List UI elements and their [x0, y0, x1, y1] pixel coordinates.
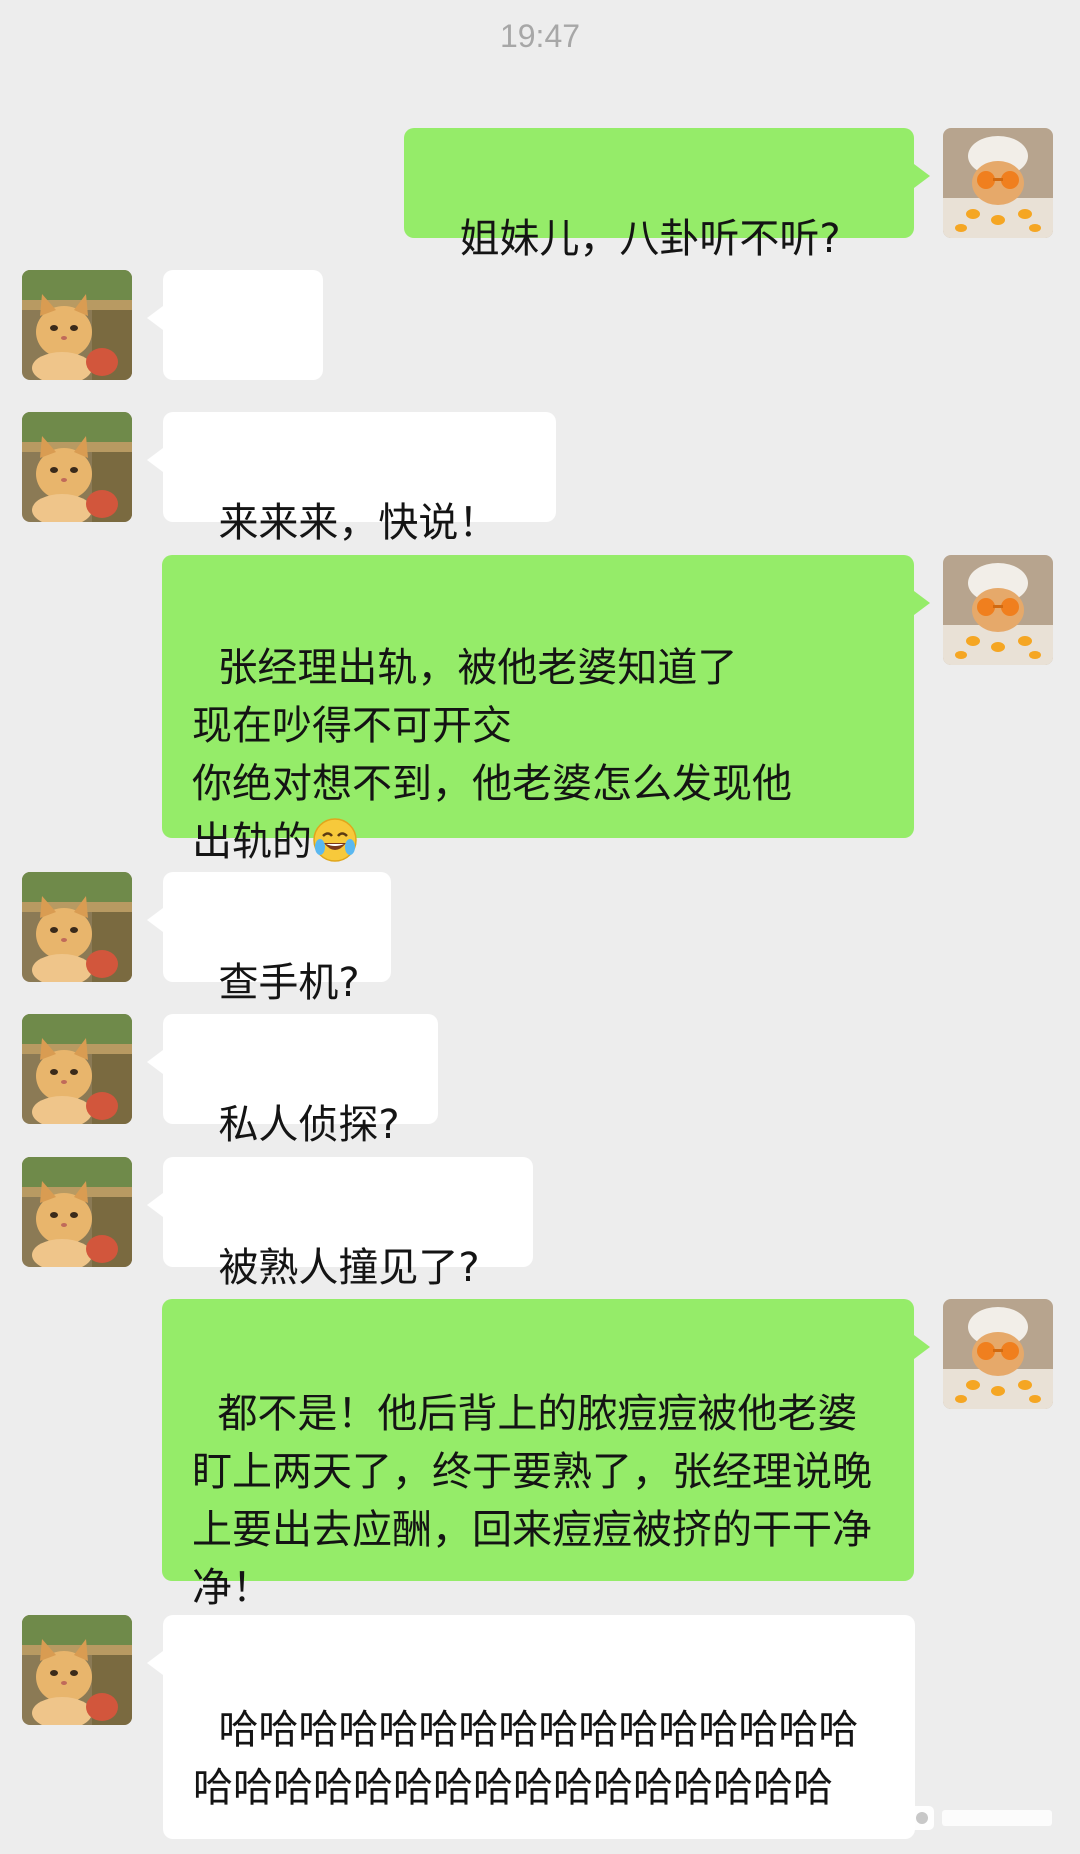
message-bubble-incoming[interactable]: 来来来，快说！ [147, 412, 556, 546]
cat-in-bath-avatar-icon [943, 1299, 1053, 1409]
message-bubble-incoming[interactable]: 被熟人撞见了? [147, 1157, 533, 1291]
message-text: 张经理出轨，被他老婆知道了 现在吵得不可开交 你绝对想不到，他老婆怎么发现他 出… [192, 645, 792, 865]
message-bubble-incoming[interactable]: 私人侦探? [147, 1014, 438, 1148]
friend-avatar[interactable] [22, 872, 132, 982]
message-text: 私人侦探? [218, 1102, 400, 1148]
friend-avatar[interactable] [22, 1615, 132, 1725]
friend-avatar[interactable] [22, 1014, 132, 1124]
orange-cat-avatar-icon [22, 412, 132, 522]
message-text: 姐妹儿，八卦听不听? [459, 216, 841, 262]
my-avatar[interactable] [943, 1299, 1053, 1409]
message-bubble-outgoing[interactable]: 姐妹儿，八卦听不听? [404, 128, 930, 262]
message-text: 被熟人撞见了? [218, 1245, 480, 1291]
friend-avatar[interactable] [22, 270, 132, 380]
cat-in-bath-avatar-icon [943, 128, 1053, 238]
laughing-crying-emoji-icon [313, 818, 357, 862]
message-text: 查手机? [218, 960, 360, 1006]
message-text: 哈哈哈哈哈哈哈哈哈哈哈哈哈哈哈哈哈哈哈哈哈哈哈哈哈哈哈哈哈哈哈哈 [193, 1707, 859, 1811]
orange-cat-avatar-icon [22, 1615, 132, 1725]
message-timestamp: 19:47 [499, 18, 581, 54]
message-bubble-outgoing[interactable]: 都不是！他后背上的脓痘痘被他老婆盯上两天了，终于要熟了，张经理说晚上要出去应酬，… [162, 1299, 930, 1611]
message-bubble-incoming[interactable]: 哈哈哈哈哈哈哈哈哈哈哈哈哈哈哈哈哈哈哈哈哈哈哈哈哈哈哈哈哈哈哈哈 [147, 1615, 915, 1839]
orange-cat-avatar-icon [22, 270, 132, 380]
orange-cat-avatar-icon [22, 1014, 132, 1124]
message-bubble-incoming[interactable]: 查手机? [147, 872, 391, 1006]
message-bubble-outgoing[interactable]: 张经理出轨，被他老婆知道了 现在吵得不可开交 你绝对想不到，他老婆怎么发现他 出… [162, 555, 930, 865]
friend-avatar[interactable] [22, 1157, 132, 1267]
my-avatar[interactable] [943, 555, 1053, 665]
my-avatar[interactable] [943, 128, 1053, 238]
message-text: 都不是！他后背上的脓痘痘被他老婆盯上两天了，终于要熟了，张经理说晚上要出去应酬，… [192, 1391, 872, 1611]
message-bubble-incoming[interactable]: 听！ [147, 270, 323, 462]
cat-in-bath-avatar-icon [943, 555, 1053, 665]
orange-cat-avatar-icon [22, 1157, 132, 1267]
weibo-watermark-icon [910, 1806, 1052, 1830]
message-text: 来来来，快说！ [218, 500, 499, 546]
friend-avatar[interactable] [22, 412, 132, 522]
orange-cat-avatar-icon [22, 872, 132, 982]
